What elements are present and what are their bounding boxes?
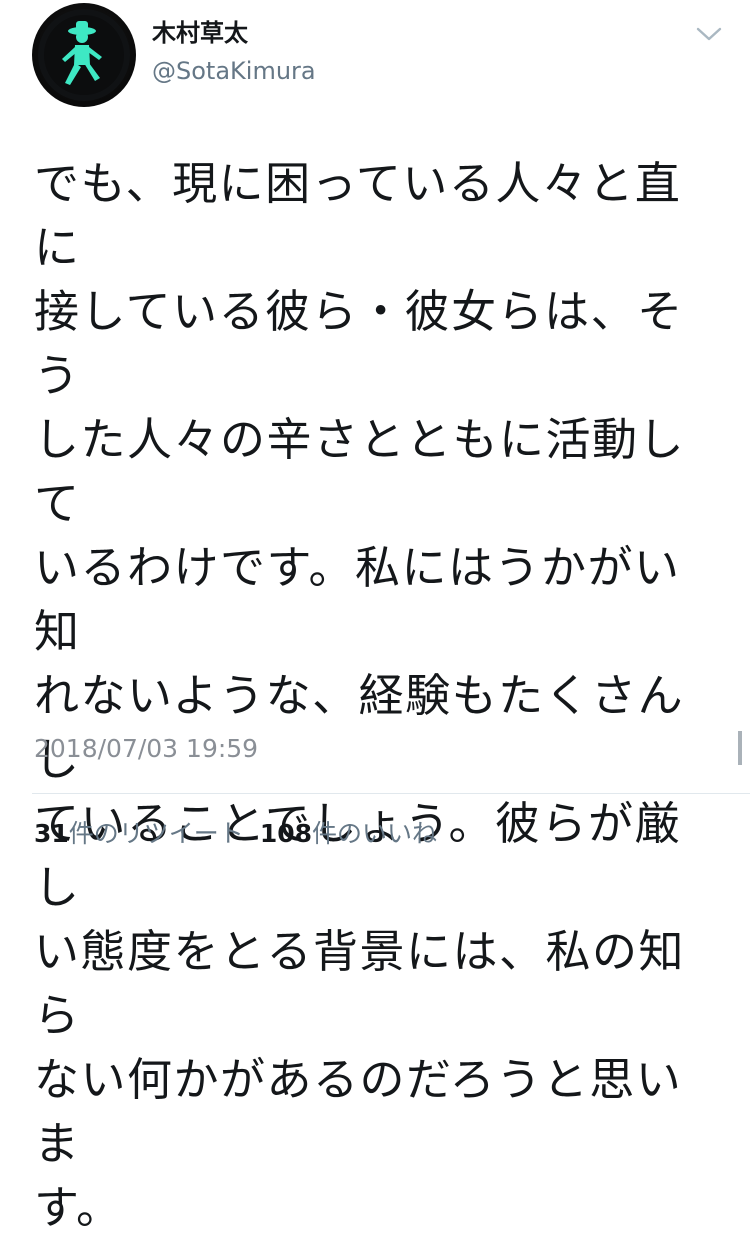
retweets-label: 件のリツイート [68, 819, 244, 848]
user-handle[interactable]: @SotaKimura [152, 56, 316, 86]
scroll-indicator [738, 731, 742, 765]
pedestrian-signal-icon [38, 9, 130, 101]
retweets-stat[interactable]: 31件のリツイート [34, 818, 244, 850]
display-name[interactable]: 木村草太 [152, 18, 248, 48]
likes-count: 108 [259, 819, 312, 848]
divider [32, 793, 750, 794]
tweet-text: でも、現に困っている人々と直に 接している彼ら・彼女らは、そう した人々の辛さと… [34, 157, 686, 1234]
likes-label: 件のいいね [312, 819, 438, 848]
tweet-stats: 31件のリツイート 108件のいいね [34, 818, 437, 850]
chevron-down-icon[interactable] [696, 26, 722, 42]
likes-stat[interactable]: 108件のいいね [260, 818, 437, 850]
avatar[interactable] [32, 3, 136, 107]
retweets-count: 31 [34, 819, 69, 848]
timestamp[interactable]: 2018/07/03 19:59 [34, 733, 258, 765]
